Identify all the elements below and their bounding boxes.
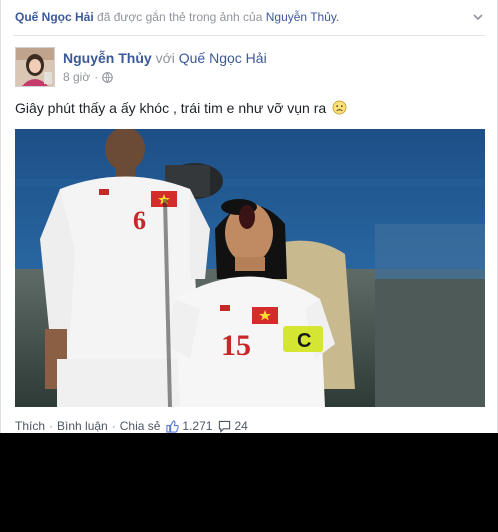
comment-bubble-icon[interactable] <box>218 420 231 433</box>
tagged-owner-link[interactable]: Nguyễn Thủy. <box>266 10 340 24</box>
captain-band-letter: C <box>297 330 311 352</box>
post-time[interactable]: 8 giờ <box>63 70 90 84</box>
post-meta: 8 giờ · <box>63 70 114 84</box>
story-divider <box>13 35 485 36</box>
with-name-link[interactable]: Quế Ngọc Hải <box>179 50 267 66</box>
comment-link[interactable]: Bình luận <box>57 419 108 433</box>
story-header: Quế Ngọc Hải đã được gắn thẻ trong ảnh c… <box>15 10 467 24</box>
author-avatar[interactable] <box>15 47 55 87</box>
photo-image: 6 15 C <box>15 129 485 407</box>
like-link[interactable]: Thích <box>15 419 45 433</box>
with-text: với <box>155 50 175 66</box>
story-actor-link[interactable]: Quế Ngọc Hải <box>15 10 94 24</box>
like-count[interactable]: 1.271 <box>182 419 212 433</box>
post-photo[interactable]: 6 15 C <box>15 129 485 407</box>
share-link[interactable]: Chia sẻ <box>120 419 161 433</box>
comment-count[interactable]: 24 <box>234 419 247 433</box>
sad-face-icon <box>332 100 347 115</box>
story-action-text: đã được gắn thẻ trong ảnh của <box>97 10 263 24</box>
news-feed-story: Quế Ngọc Hải đã được gắn thẻ trong ảnh c… <box>0 0 498 433</box>
post-author-line: Nguyễn Thủy với Quế Ngọc Hải <box>63 50 267 66</box>
jersey-number-6: 6 <box>133 206 146 235</box>
post-text: Giây phút thấy a ấy khóc , trái tim e nh… <box>15 100 347 116</box>
thumbs-up-icon[interactable] <box>166 419 180 433</box>
chevron-down-icon[interactable] <box>471 10 485 24</box>
avatar-image <box>16 48 54 86</box>
dot-separator: · <box>111 419 116 433</box>
post-message: Giây phút thấy a ấy khóc , trái tim e nh… <box>15 100 327 116</box>
globe-icon[interactable] <box>102 71 114 83</box>
jersey-number-15: 15 <box>221 329 251 362</box>
dot-separator: · <box>49 419 54 433</box>
post-actions: Thích · Bình luận · Chia sẻ 1.271 24 <box>15 419 248 433</box>
post-author-link[interactable]: Nguyễn Thủy <box>63 50 152 66</box>
dot-separator: · <box>94 70 99 84</box>
